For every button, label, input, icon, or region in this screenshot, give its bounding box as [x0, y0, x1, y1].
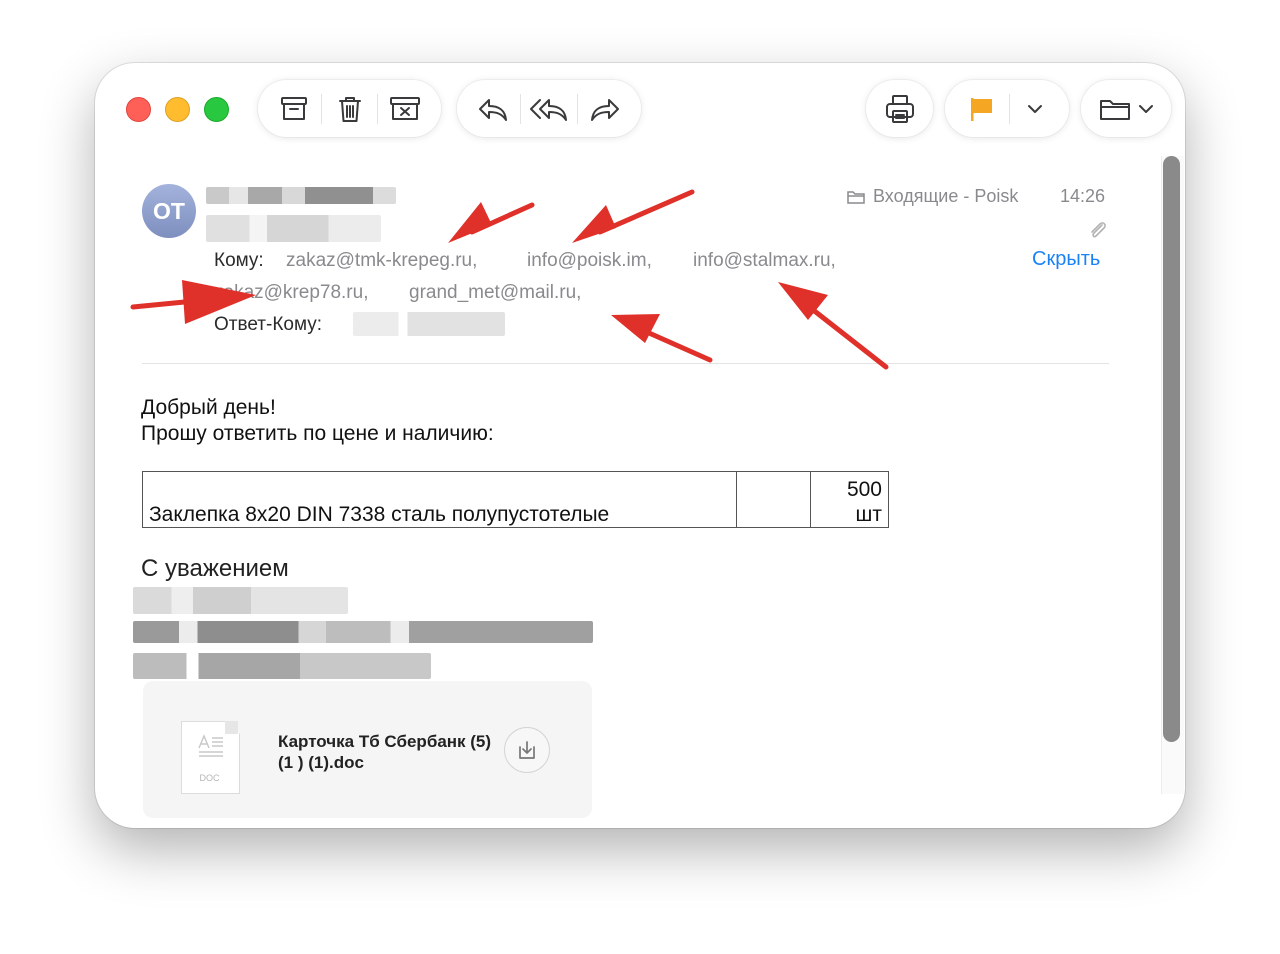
attachment-card[interactable]: DOC Карточка Тб Сбербанк (5) (1 ) (1).do…	[143, 681, 592, 818]
header-divider	[142, 363, 1109, 364]
price-cell	[736, 471, 811, 528]
chevron-down-icon	[1139, 104, 1153, 113]
mailbox-name: Входящие - Poisk	[873, 186, 1019, 206]
toolbar-reply-group	[457, 80, 641, 137]
delete-button[interactable]	[322, 87, 377, 131]
move-to-mailbox-button[interactable]	[1087, 87, 1165, 131]
redacted-sender-name	[206, 187, 396, 204]
junk-button[interactable]	[378, 87, 433, 131]
printer-icon	[885, 94, 914, 123]
to-label: Кому:	[214, 250, 264, 271]
archive-box-icon	[280, 96, 307, 120]
quantity-value: 500	[846, 478, 882, 501]
redacted-signature-line	[133, 653, 431, 679]
recipient-address[interactable]: zakaz@tmk-krepeg.ru,	[286, 250, 477, 272]
toolbar-move-group	[1081, 80, 1171, 137]
forward-arrow-icon	[591, 98, 620, 121]
reply-all-button[interactable]	[521, 87, 576, 131]
toolbar-flag-group	[945, 80, 1069, 137]
download-button[interactable]	[504, 727, 550, 773]
scrollbar-thumb[interactable]	[1163, 156, 1180, 742]
redacted-signature-line	[133, 587, 348, 614]
file-type-label: DOC	[199, 773, 220, 783]
recipient-address[interactable]: grand_met@mail.ru,	[409, 282, 581, 304]
items-table: Заклепка 8x20 DIN 7338 сталь полупустоте…	[142, 471, 889, 528]
flag-button[interactable]	[953, 87, 1009, 131]
greeting-text: Добрый день!	[141, 396, 276, 419]
chevron-down-icon	[1028, 104, 1042, 113]
attachment-filename: Карточка Тб Сбербанк (5) (1 ) (1).doc	[278, 732, 492, 772]
flag-icon	[971, 97, 992, 121]
toolbar-delete-group	[258, 80, 441, 137]
paperclip-icon	[1091, 222, 1106, 238]
reply-arrow-icon	[478, 98, 507, 121]
recipient-address[interactable]: zakaz@krep78.ru,	[214, 282, 368, 304]
trash-icon	[338, 96, 361, 122]
sender-avatar: OT	[142, 184, 196, 238]
junk-box-icon	[390, 96, 421, 120]
signature-text: С уважением	[141, 555, 289, 582]
quantity-unit: шт	[855, 503, 882, 526]
mail-window: OT Входящие - Poisk 14:26 Кому: zakaz@tm…	[95, 63, 1185, 828]
print-button[interactable]	[871, 87, 928, 131]
minimize-window-button[interactable]	[165, 97, 190, 122]
document-fold	[225, 721, 238, 734]
toolbar-print-group	[866, 80, 933, 137]
reply-button[interactable]	[465, 87, 520, 131]
close-window-button[interactable]	[126, 97, 151, 122]
folder-icon	[1100, 99, 1130, 120]
redacted-reply-to-address	[353, 312, 505, 336]
table-row: Заклепка 8x20 DIN 7338 сталь полупустоте…	[142, 471, 889, 528]
quantity-cell: 500 шт	[810, 471, 889, 528]
folder-icon	[847, 190, 865, 204]
download-icon	[519, 741, 535, 759]
redacted-sender-address	[206, 215, 381, 242]
forward-button[interactable]	[578, 87, 633, 131]
item-name-cell: Заклепка 8x20 DIN 7338 сталь полупустоте…	[142, 471, 737, 528]
reply-to-label: Ответ-Кому:	[214, 314, 323, 335]
zoom-window-button[interactable]	[204, 97, 229, 122]
mailbox-indicator: Входящие - Poisk	[847, 186, 1018, 207]
recipient-address[interactable]: info@stalmax.ru,	[693, 250, 836, 272]
flag-menu-button[interactable]	[1010, 87, 1060, 131]
request-text: Прошу ответить по цене и наличию:	[141, 422, 494, 445]
text-lines-icon	[198, 734, 223, 757]
hide-details-link[interactable]: Скрыть	[1032, 248, 1100, 271]
reply-all-arrow-icon	[529, 98, 567, 121]
received-time: 14:26	[1060, 186, 1106, 206]
archive-button[interactable]	[266, 87, 321, 131]
recipient-address[interactable]: info@poisk.im,	[527, 250, 652, 272]
redacted-signature-line	[133, 621, 593, 643]
